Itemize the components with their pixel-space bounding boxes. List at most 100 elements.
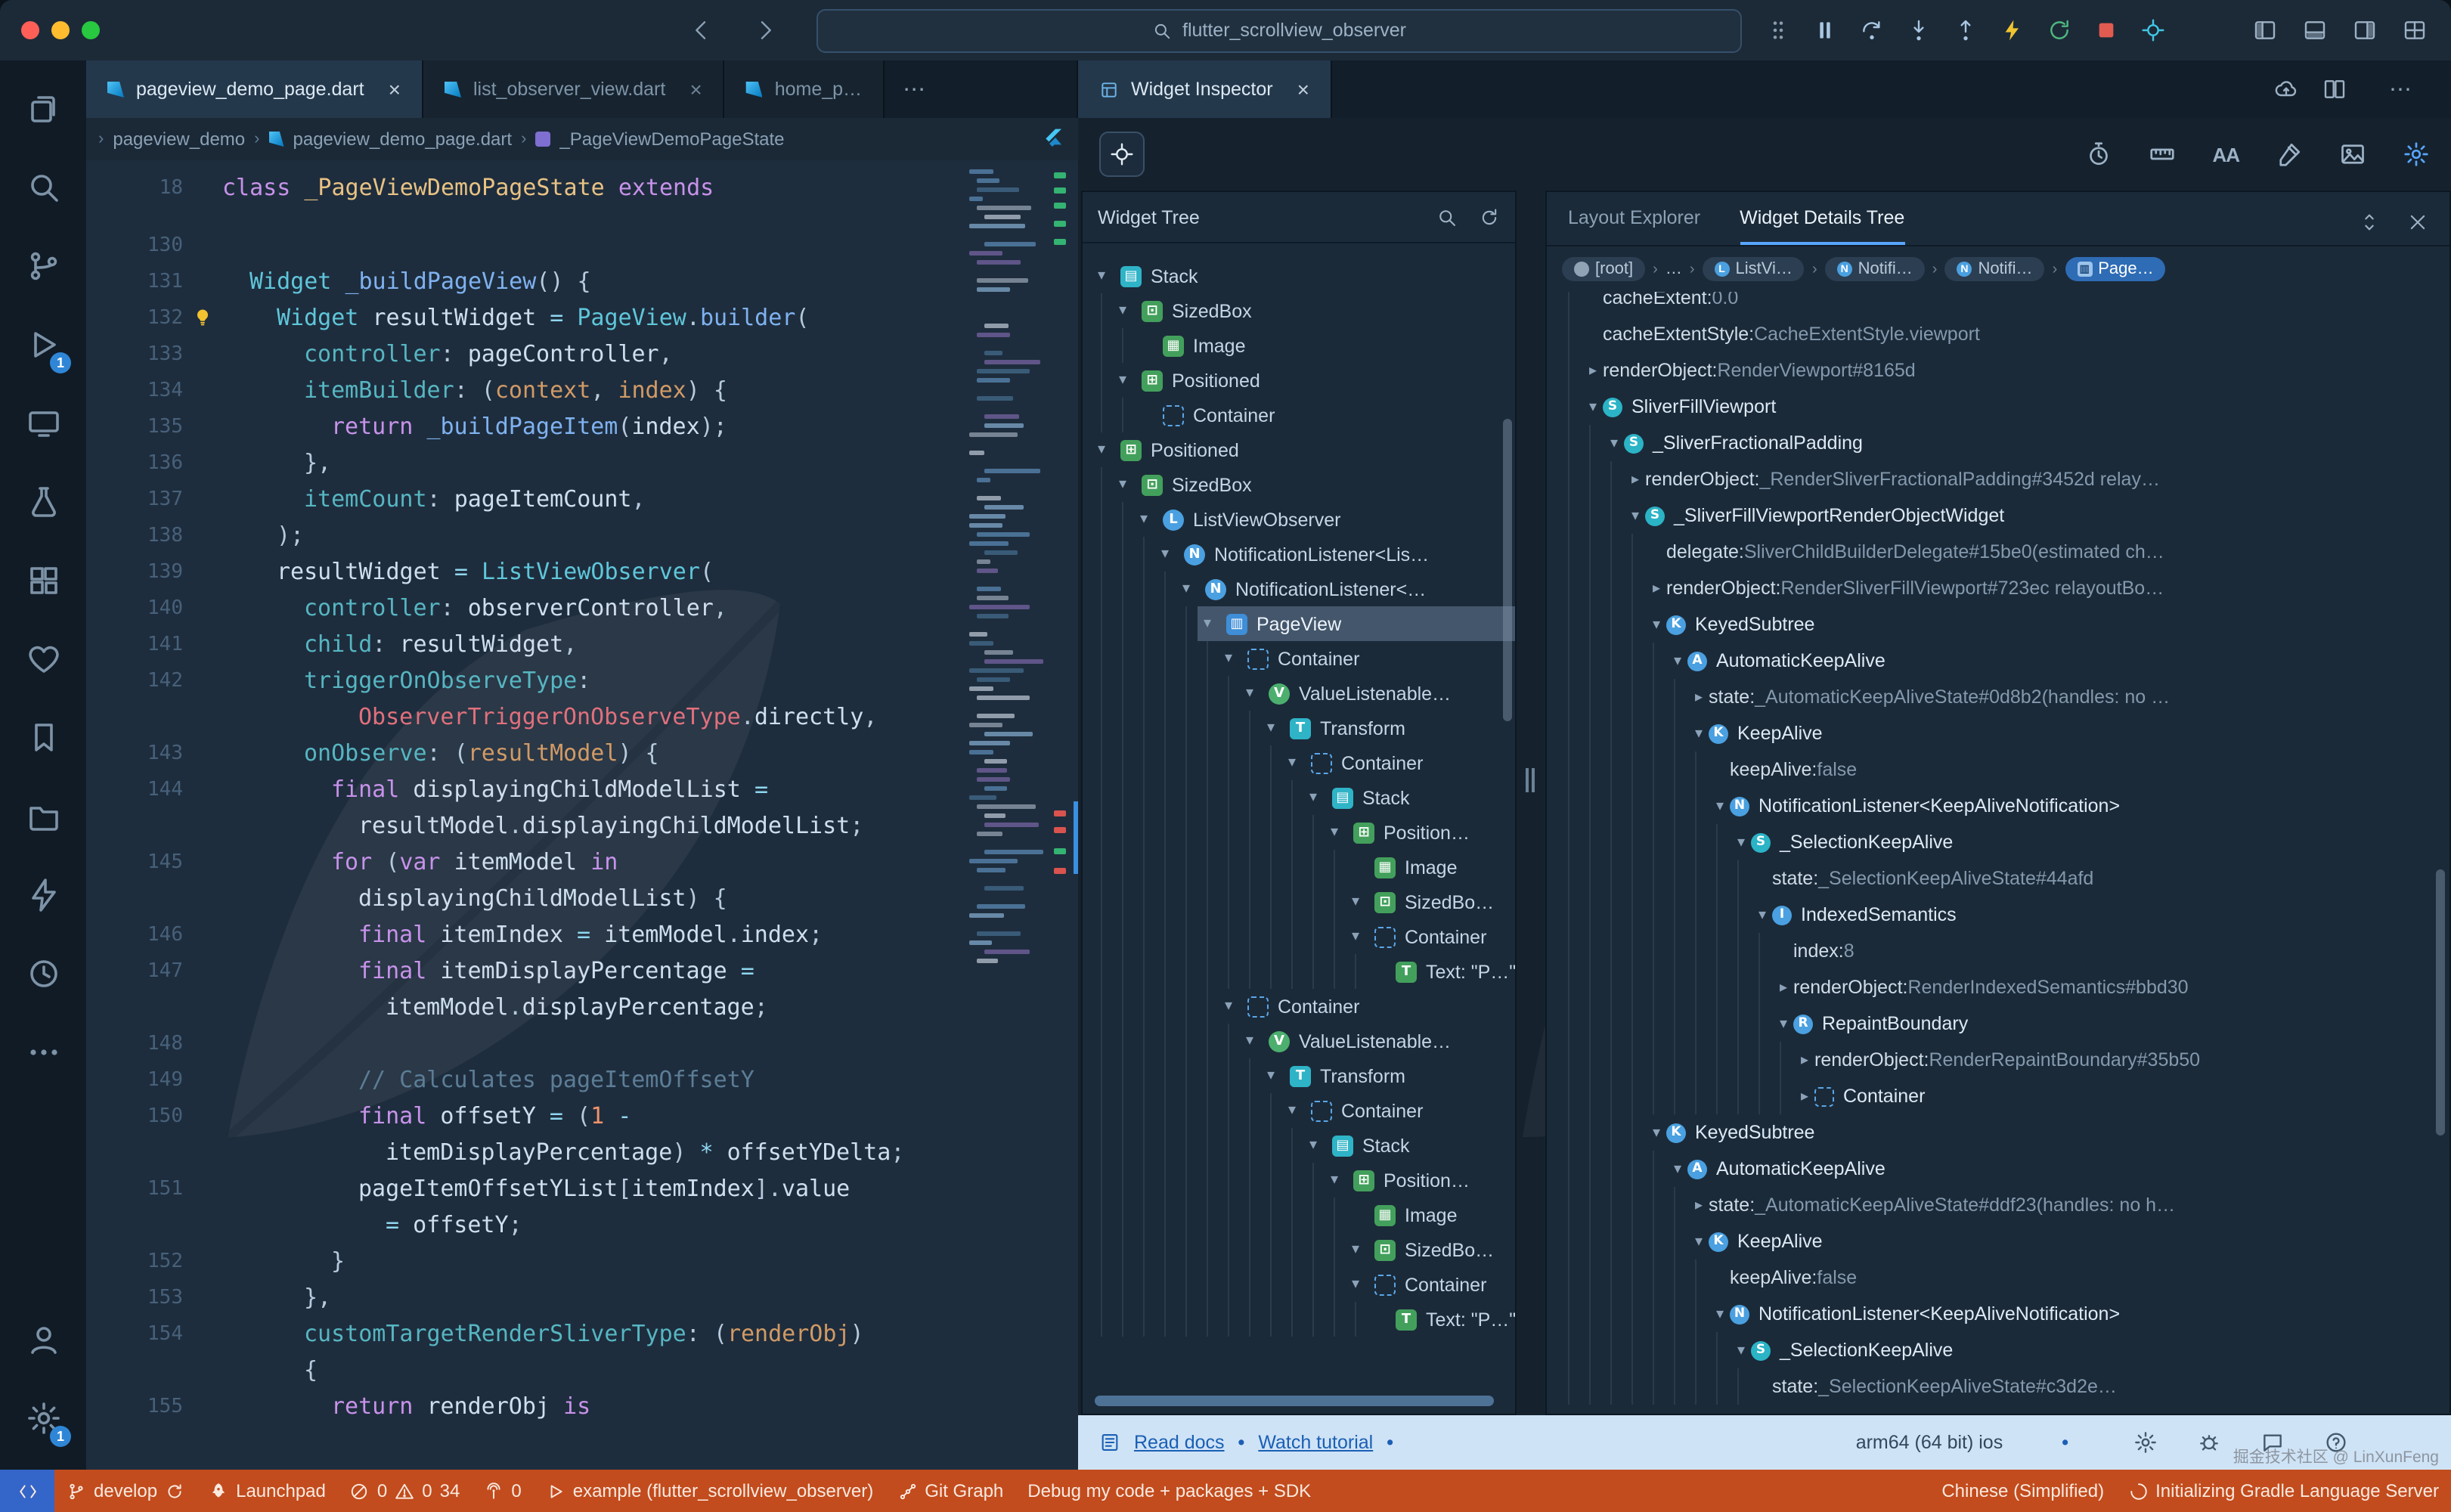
- tree-item-container[interactable]: ▾Container: [1083, 919, 1515, 954]
- details-vscrollbar[interactable]: [2436, 869, 2445, 1136]
- tree-item-notificationlistenerlis[interactable]: ▾NNotificationListener<Lis…: [1083, 537, 1515, 572]
- maximize-window-button[interactable]: [82, 21, 100, 39]
- back-icon[interactable]: [689, 18, 714, 42]
- expand-arrow-icon[interactable]: ▾: [1219, 650, 1238, 667]
- expand-arrow-icon[interactable]: ▾: [1668, 652, 1687, 669]
- expand-arrow-icon[interactable]: ▾: [1240, 1033, 1260, 1049]
- details-node-selectionkeepalive[interactable]: ▾S_SelectionKeepAlive: [1547, 1332, 2449, 1368]
- activity-favorites[interactable]: [0, 620, 86, 699]
- tree-item-sizedbo[interactable]: ▾⊡SizedBo…: [1083, 885, 1515, 919]
- crumb-chip-notifi[interactable]: NNotifi…: [1944, 257, 2044, 281]
- expand-arrow-icon[interactable]: ▾: [1625, 507, 1645, 524]
- expand-arrow-icon[interactable]: ▾: [1261, 1067, 1281, 1084]
- expand-arrow-icon[interactable]: ▾: [1219, 998, 1238, 1015]
- details-node-sliverfillviewportrenderobjectwidget[interactable]: ▾S_SliverFillViewportRenderObjectWidget: [1547, 497, 2449, 534]
- expand-arrow-icon[interactable]: ▾: [1346, 928, 1365, 945]
- crumb-chip-listvi[interactable]: LListVi…: [1703, 257, 1805, 281]
- minimap[interactable]: [969, 169, 1043, 978]
- text-baseline-icon[interactable]: AA: [2212, 143, 2239, 166]
- report-bug-icon[interactable]: [2197, 1430, 2221, 1455]
- details-node-keepalive[interactable]: ▾KKeepAlive: [1547, 1223, 2449, 1259]
- inspect-widget-icon[interactable]: [2141, 18, 2165, 42]
- statusbar-problems[interactable]: 0034: [338, 1470, 472, 1512]
- statusbar-remote[interactable]: [0, 1470, 54, 1512]
- cloud-upload-icon[interactable]: [2274, 77, 2298, 101]
- expand-arrow-icon[interactable]: ▾: [1604, 435, 1624, 451]
- statusbar-language-mode[interactable]: Chinese (Simplified): [1929, 1470, 2116, 1512]
- editor-tab-2[interactable]: list_observer_view.dart×: [423, 60, 725, 118]
- crumb-ellipsis[interactable]: …: [1666, 260, 1682, 278]
- activity-remote-explorer[interactable]: [0, 384, 86, 463]
- details-node-automatickeepalive[interactable]: ▾AAutomaticKeepAlive: [1547, 1151, 2449, 1187]
- tree-item-position[interactable]: ▾⊞Position…: [1083, 815, 1515, 850]
- hot-reload-icon[interactable]: [2000, 18, 2025, 42]
- details-node-automatickeepalive[interactable]: ▾AAutomaticKeepAlive: [1547, 643, 2449, 679]
- tab-close-icon[interactable]: ×: [389, 77, 401, 101]
- details-node-sliverfractionalpadding[interactable]: ▾S_SliverFractionalPadding: [1547, 425, 2449, 461]
- expand-arrow-icon[interactable]: ▸: [1774, 979, 1793, 996]
- tree-item-container[interactable]: ▾Container: [1083, 1093, 1515, 1128]
- collapse-icon[interactable]: [2407, 212, 2428, 233]
- activity-power-mode[interactable]: [0, 856, 86, 934]
- expand-arrow-icon[interactable]: ▾: [1092, 442, 1111, 458]
- step-over-icon[interactable]: [1860, 18, 1884, 42]
- statusbar-debug-config[interactable]: Debug my code + packages + SDK: [1015, 1470, 1323, 1512]
- details-property-row[interactable]: cacheExtent: 0.0: [1547, 292, 2449, 316]
- panel-resize-handle[interactable]: [1526, 768, 1535, 792]
- select-widget-mode-button[interactable]: [1099, 132, 1145, 177]
- expand-arrow-icon[interactable]: ▸: [1647, 580, 1666, 596]
- tab-close-icon[interactable]: ×: [689, 77, 702, 101]
- activity-search[interactable]: [0, 148, 86, 227]
- details-property-row[interactable]: delegate: SliverChildBuilderDelegate#15b…: [1547, 534, 2449, 570]
- performance-icon[interactable]: [2085, 141, 2112, 168]
- tree-item-image[interactable]: ▦Image: [1083, 850, 1515, 885]
- expand-arrow-icon[interactable]: ▾: [1176, 581, 1196, 597]
- tree-item-container[interactable]: ▾Container: [1083, 641, 1515, 676]
- minimize-window-button[interactable]: [51, 21, 70, 39]
- expand-arrow-icon[interactable]: ▾: [1668, 1160, 1687, 1177]
- expand-arrow-icon[interactable]: ▾: [1282, 754, 1302, 771]
- details-node-notificationlistenerkeepalivenotification[interactable]: ▾NNotificationListener<KeepAliveNotifica…: [1547, 1296, 2449, 1332]
- expand-icon[interactable]: [2359, 212, 2380, 233]
- expand-arrow-icon[interactable]: ▾: [1583, 398, 1603, 415]
- editor-tab-1[interactable]: pageview_demo_page.dart×: [86, 60, 423, 118]
- tree-item-pageview[interactable]: ▾▥PageView: [1083, 606, 1515, 641]
- expand-arrow-icon[interactable]: ▾: [1710, 1306, 1730, 1322]
- statusbar-launch-config[interactable]: example (flutter_scrollview_observer): [534, 1470, 886, 1512]
- expand-arrow-icon[interactable]: ▾: [1325, 1172, 1344, 1188]
- expand-arrow-icon[interactable]: ▾: [1346, 894, 1365, 910]
- tree-item-container[interactable]: ▾Container: [1083, 989, 1515, 1024]
- details-property-row[interactable]: keepAlive: false: [1547, 751, 2449, 788]
- inspector-settings-icon[interactable]: [2403, 141, 2430, 168]
- expand-arrow-icon[interactable]: ▾: [1134, 511, 1154, 528]
- tree-item-positioned[interactable]: ▾⊞Positioned: [1083, 432, 1515, 467]
- tab-widget-details-tree[interactable]: Widget Details Tree: [1740, 207, 1904, 245]
- tree-item-stack[interactable]: ▾▤Stack: [1083, 780, 1515, 815]
- toggle-sidebar-left-icon[interactable]: [2253, 18, 2277, 42]
- tree-search-icon[interactable]: [1436, 206, 1458, 228]
- expand-arrow-icon[interactable]: ▾: [1282, 1102, 1302, 1119]
- step-out-icon[interactable]: [1954, 18, 1978, 42]
- statusbar-git-graph[interactable]: Git Graph: [885, 1470, 1015, 1512]
- details-property-row[interactable]: index: 8: [1547, 933, 2449, 969]
- details-node-keyedsubtree[interactable]: ▾KKeyedSubtree: [1547, 1114, 2449, 1151]
- details-property-row[interactable]: ▸renderObject: RenderSliverFillViewport#…: [1547, 570, 2449, 606]
- tree-item-position[interactable]: ▾⊞Position…: [1083, 1163, 1515, 1198]
- tree-item-sizedbo[interactable]: ▾⊡SizedBo…: [1083, 1232, 1515, 1267]
- tree-item-sizedbox[interactable]: ▾⊡SizedBox: [1083, 293, 1515, 328]
- expand-arrow-icon[interactable]: ▸: [1583, 362, 1603, 379]
- details-property-row[interactable]: keepAlive: false: [1547, 1259, 2449, 1296]
- expand-arrow-icon[interactable]: ▾: [1346, 1276, 1365, 1293]
- repaint-rainbow-icon[interactable]: [2276, 141, 2303, 168]
- tree-item-textp[interactable]: TText: "P…": [1083, 954, 1515, 989]
- restart-icon[interactable]: [2047, 18, 2071, 42]
- breadcrumb-item[interactable]: pageview_demo: [113, 129, 245, 150]
- tree-item-sizedbox[interactable]: ▾⊡SizedBox: [1083, 467, 1515, 502]
- tree-refresh-icon[interactable]: [1479, 206, 1500, 228]
- expand-arrow-icon[interactable]: ▾: [1731, 1342, 1751, 1359]
- expand-arrow-icon[interactable]: ▾: [1113, 476, 1133, 493]
- more-actions-icon[interactable]: ⋯: [2371, 76, 2430, 103]
- split-editor-icon[interactable]: [2322, 77, 2347, 101]
- statusbar-launchpad[interactable]: Launchpad: [197, 1470, 338, 1512]
- tree-item-positioned[interactable]: ▾⊞Positioned: [1083, 363, 1515, 398]
